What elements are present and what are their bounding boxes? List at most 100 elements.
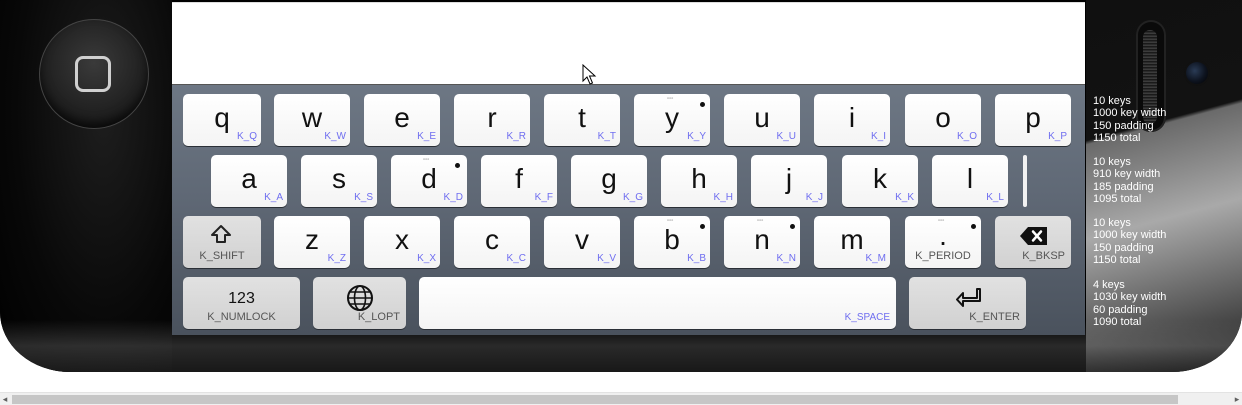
- stats-line: 4 keys: [1093, 279, 1125, 291]
- stats-line: 1095 total: [1093, 193, 1142, 206]
- key-h[interactable]: h K_H: [661, 155, 737, 207]
- key-period[interactable]: ▫▫▫ . K_PERIOD: [905, 216, 981, 268]
- key-p[interactable]: p K_P: [995, 94, 1071, 146]
- home-square-icon: [75, 56, 111, 92]
- key-code: K_A: [264, 192, 283, 203]
- key-y[interactable]: ▫▫▫ y K_Y: [634, 94, 710, 146]
- key-label: e: [394, 102, 410, 133]
- key-label: n: [754, 224, 770, 255]
- key-code: K_D: [443, 192, 463, 203]
- key-s[interactable]: s K_S: [301, 155, 377, 207]
- key-code: K_W: [324, 131, 346, 142]
- key-shift[interactable]: K_SHIFT: [183, 216, 261, 268]
- stats-line: 185 padding: [1093, 180, 1154, 193]
- enter-return-icon: [956, 288, 981, 307]
- key-label: t: [578, 102, 586, 133]
- horizontal-scrollbar[interactable]: ◂ ▸: [0, 392, 1242, 405]
- key-label: y: [665, 102, 679, 133]
- key-label: i: [848, 102, 856, 133]
- key-code: K_SPACE: [844, 312, 890, 323]
- key-code: K_Y: [687, 131, 706, 142]
- key-g[interactable]: g K_G: [571, 155, 647, 207]
- key-d[interactable]: ▫▫▫ d K_D: [391, 155, 467, 207]
- mouse-cursor-icon: [582, 64, 597, 85]
- keyboard: q K_Q w K_W e K_E r K_R t K_T ▫▫▫ y K_Y …: [172, 84, 1085, 335]
- key-code: K_I: [870, 131, 886, 142]
- row-stats-2: 10 keys 910 key width 185 padding 1095 t…: [1093, 156, 1160, 206]
- key-lopt[interactable]: K_LOPT: [313, 277, 406, 329]
- key-o[interactable]: o K_O: [905, 94, 981, 146]
- key-code: K_P: [1048, 131, 1067, 142]
- key-r[interactable]: r K_R: [454, 94, 530, 146]
- key-code: K_Z: [327, 253, 346, 264]
- key-c[interactable]: c K_C: [454, 216, 530, 268]
- key-m[interactable]: m K_M: [814, 216, 890, 268]
- key-label: z: [305, 224, 319, 255]
- key-label: m: [840, 224, 864, 255]
- key-code: K_BKSP: [1022, 250, 1065, 262]
- key-z[interactable]: z K_Z: [274, 216, 350, 268]
- stats-line: 910 key width: [1093, 168, 1161, 181]
- row-stats-3: 10 keys 1000 key width 150 padding 1150 …: [1093, 217, 1166, 267]
- key-e[interactable]: e K_E: [364, 94, 440, 146]
- key-q[interactable]: q K_Q: [183, 94, 261, 146]
- key-code: K_M: [865, 253, 886, 264]
- key-code: K_G: [622, 192, 643, 203]
- key-v[interactable]: v K_V: [544, 216, 620, 268]
- stats-line: 1030 key width: [1093, 291, 1167, 304]
- key-bksp[interactable]: K_BKSP: [995, 216, 1071, 268]
- key-a[interactable]: a K_A: [211, 155, 287, 207]
- row-stats-4: 4 keys 1030 key width 60 padding 1090 to…: [1093, 279, 1166, 329]
- key-numlock[interactable]: 123 K_NUMLOCK: [183, 277, 300, 329]
- key-code: K_K: [895, 192, 914, 203]
- key-label: b: [664, 224, 680, 255]
- key-label: d: [421, 163, 437, 194]
- key-w[interactable]: w K_W: [274, 94, 350, 146]
- key-code: K_PERIOD: [915, 250, 971, 262]
- stats-line: 10 keys: [1093, 217, 1131, 229]
- key-code: K_C: [506, 253, 526, 264]
- key-label: s: [332, 163, 346, 194]
- text-area[interactable]: [172, 2, 1085, 85]
- key-enter[interactable]: K_ENTER: [909, 277, 1026, 329]
- key-x[interactable]: x K_X: [364, 216, 440, 268]
- key-i[interactable]: i K_I: [814, 94, 890, 146]
- scrollbar-thumb[interactable]: [12, 395, 1178, 404]
- stats-line: 150 padding: [1093, 241, 1154, 254]
- key-label: p: [1025, 102, 1041, 133]
- key-label: h: [691, 163, 707, 194]
- key-code: K_O: [956, 131, 977, 142]
- shift-arrow-icon: [211, 225, 231, 243]
- key-k[interactable]: k K_K: [842, 155, 918, 207]
- row-end-marker: [1023, 155, 1027, 207]
- key-f[interactable]: f K_F: [481, 155, 557, 207]
- key-l[interactable]: l K_L: [932, 155, 1008, 207]
- scroll-left-arrow[interactable]: ◂: [0, 394, 10, 405]
- stats-line: 60 padding: [1093, 303, 1148, 316]
- key-label: j: [785, 163, 793, 194]
- scroll-right-arrow[interactable]: ▸: [1232, 394, 1242, 405]
- key-code: K_V: [597, 253, 616, 264]
- key-t[interactable]: t K_T: [544, 94, 620, 146]
- stats-line: 1090 total: [1093, 316, 1142, 329]
- key-u[interactable]: u K_U: [724, 94, 800, 146]
- key-n[interactable]: ▫▫▫ n K_N: [724, 216, 800, 268]
- globe-icon: [347, 285, 373, 311]
- key-label: a: [241, 163, 257, 194]
- stats-line: 1000 key width: [1093, 107, 1167, 120]
- key-space[interactable]: K_SPACE: [419, 277, 896, 329]
- stats-line: 1150 total: [1093, 254, 1141, 267]
- backspace-icon: [1020, 227, 1047, 245]
- key-j[interactable]: j K_J: [751, 155, 827, 207]
- key-label: k: [873, 163, 887, 194]
- key-b[interactable]: ▫▫▫ b K_B: [634, 216, 710, 268]
- key-code: K_F: [534, 192, 553, 203]
- key-code: K_R: [506, 131, 526, 142]
- key-code: K_S: [354, 192, 373, 203]
- key-label: v: [575, 224, 589, 255]
- key-label: 123: [228, 290, 255, 307]
- stats-line: 10 keys: [1093, 156, 1131, 168]
- stats-line: 10 keys: [1093, 95, 1131, 107]
- home-button[interactable]: [39, 19, 149, 129]
- key-label: f: [515, 163, 523, 194]
